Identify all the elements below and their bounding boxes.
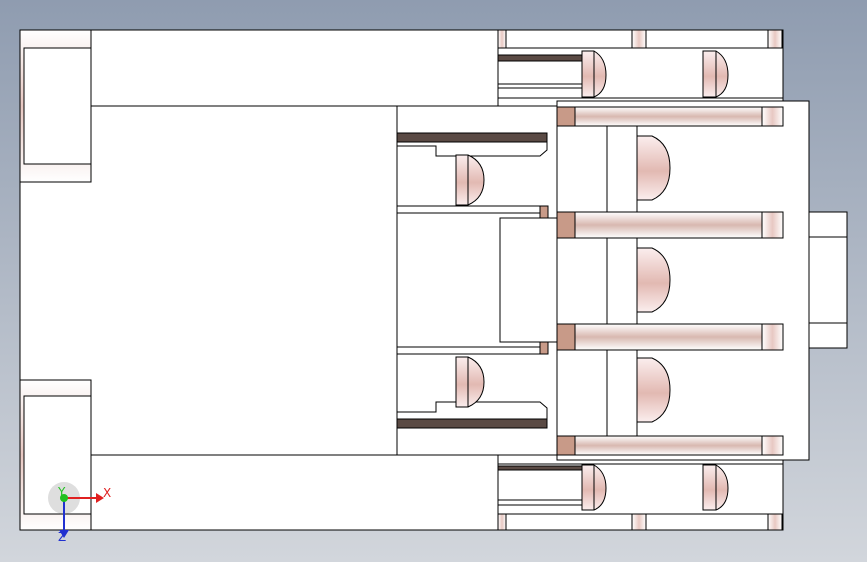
y-axis-label: Y	[57, 485, 66, 499]
side-connector	[808, 211, 848, 349]
cad-viewport[interactable]: X Y Z	[0, 0, 867, 562]
assembly-drawing: X Y Z	[19, 29, 848, 544]
z-axis-label: Z	[58, 530, 66, 544]
terminal-block	[556, 100, 810, 461]
x-axis-label: X	[103, 486, 111, 500]
